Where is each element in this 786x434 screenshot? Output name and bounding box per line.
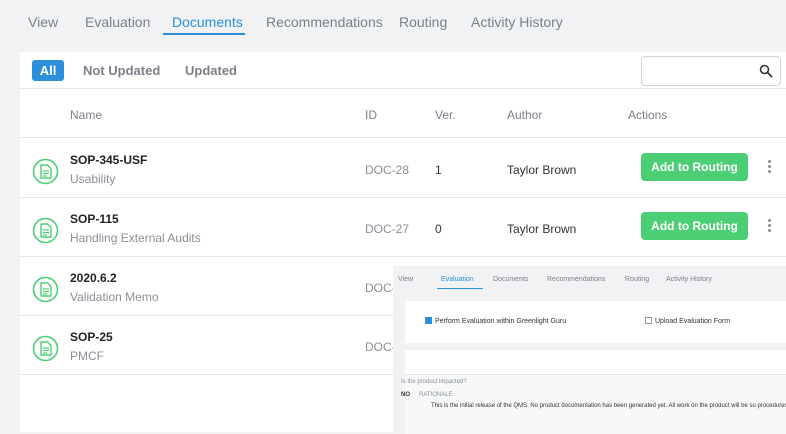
document-icon: [32, 276, 59, 303]
document-version: 1: [435, 163, 442, 177]
evaluation-overlay: View Evaluation Documents Recommendation…: [393, 266, 786, 434]
document-description: Validation Memo: [70, 290, 159, 304]
top-tab-bar: View Evaluation Documents Recommendation…: [0, 0, 786, 44]
tab-recommendations[interactable]: Recommendations: [266, 14, 383, 30]
overlay-tab-routing[interactable]: Routing: [625, 276, 649, 283]
document-id: DOC-28: [365, 163, 410, 177]
filter-all[interactable]: All: [32, 60, 64, 81]
column-author[interactable]: Author: [507, 108, 542, 122]
document-id: DOC-27: [365, 222, 410, 236]
document-id: DOC-: [365, 340, 396, 354]
overlay-tab-evaluation[interactable]: Evaluation: [441, 276, 474, 283]
document-description: Usability: [70, 172, 116, 186]
rationale-text: This is the initial release of the QMS. …: [431, 403, 786, 409]
document-icon: [32, 158, 59, 185]
filter-bar: All Not Updated Updated: [20, 52, 786, 89]
overlay-active-tab-indicator: [437, 288, 483, 289]
checkbox-label: Upload Evaluation Form: [655, 318, 731, 325]
search-icon[interactable]: [759, 64, 773, 78]
checkbox-unchecked-icon: [645, 317, 652, 324]
tab-routing[interactable]: Routing: [399, 14, 447, 30]
impact-question: Is the product impacted?: [401, 379, 467, 385]
kebab-menu-icon[interactable]: [764, 158, 774, 178]
evaluation-options-panel: Perform Evaluation within Greenlight Gur…: [405, 301, 786, 343]
kebab-menu-icon[interactable]: [764, 217, 774, 237]
checkbox-checked-icon: [425, 317, 432, 324]
document-author: Taylor Brown: [507, 163, 577, 177]
document-author: Taylor Brown: [507, 222, 577, 236]
table-header: Name ID Ver. Author Actions: [20, 90, 786, 138]
search-input[interactable]: [650, 62, 756, 80]
overlay-tab-recommendations[interactable]: Recommendations: [547, 276, 605, 283]
document-name[interactable]: 2020.6.2: [70, 271, 117, 285]
document-description: PMCF: [70, 349, 104, 363]
upload-evaluation-checkbox[interactable]: Upload Evaluation Form: [645, 317, 730, 325]
document-id: DOC-: [365, 281, 396, 295]
column-name[interactable]: Name: [70, 108, 102, 122]
tab-evaluation[interactable]: Evaluation: [85, 14, 150, 30]
column-ver[interactable]: Ver.: [435, 108, 456, 122]
tab-documents[interactable]: Documents: [172, 14, 243, 30]
overlay-tab-documents[interactable]: Documents: [493, 276, 528, 283]
table-row[interactable]: SOP-345-USF Usability DOC-28 1 Taylor Br…: [20, 139, 786, 198]
document-name[interactable]: SOP-345-USF: [70, 153, 147, 167]
search-box: [641, 56, 781, 86]
document-name[interactable]: SOP-25: [70, 330, 113, 344]
active-tab-indicator: [163, 33, 245, 35]
table-row[interactable]: SOP-115 Handling External Audits DOC-27 …: [20, 198, 786, 257]
filter-updated[interactable]: Updated: [185, 63, 237, 78]
document-icon: [32, 335, 59, 362]
filter-not-updated[interactable]: Not Updated: [83, 63, 160, 78]
column-id[interactable]: ID: [365, 108, 377, 122]
checkbox-label: Perform Evaluation within Greenlight Gur…: [435, 318, 567, 325]
document-version: 0: [435, 222, 442, 236]
add-to-routing-button[interactable]: Add to Routing: [641, 212, 748, 240]
document-icon: [32, 217, 59, 244]
overlay-blank-panel: [405, 350, 786, 374]
column-actions: Actions: [628, 108, 668, 122]
document-name[interactable]: SOP-115: [70, 212, 119, 226]
document-description: Handling External Audits: [70, 231, 201, 245]
tab-activity-history[interactable]: Activity History: [471, 14, 563, 30]
overlay-tab-view[interactable]: View: [398, 276, 413, 283]
rationale-label: RATIONALE: [419, 392, 453, 398]
tab-view[interactable]: View: [28, 14, 58, 30]
overlay-tab-activity-history[interactable]: Activity History: [666, 276, 712, 283]
perform-evaluation-checkbox[interactable]: Perform Evaluation within Greenlight Gur…: [425, 317, 566, 325]
impact-answer: NO: [401, 392, 410, 398]
add-to-routing-button[interactable]: Add to Routing: [641, 153, 748, 181]
